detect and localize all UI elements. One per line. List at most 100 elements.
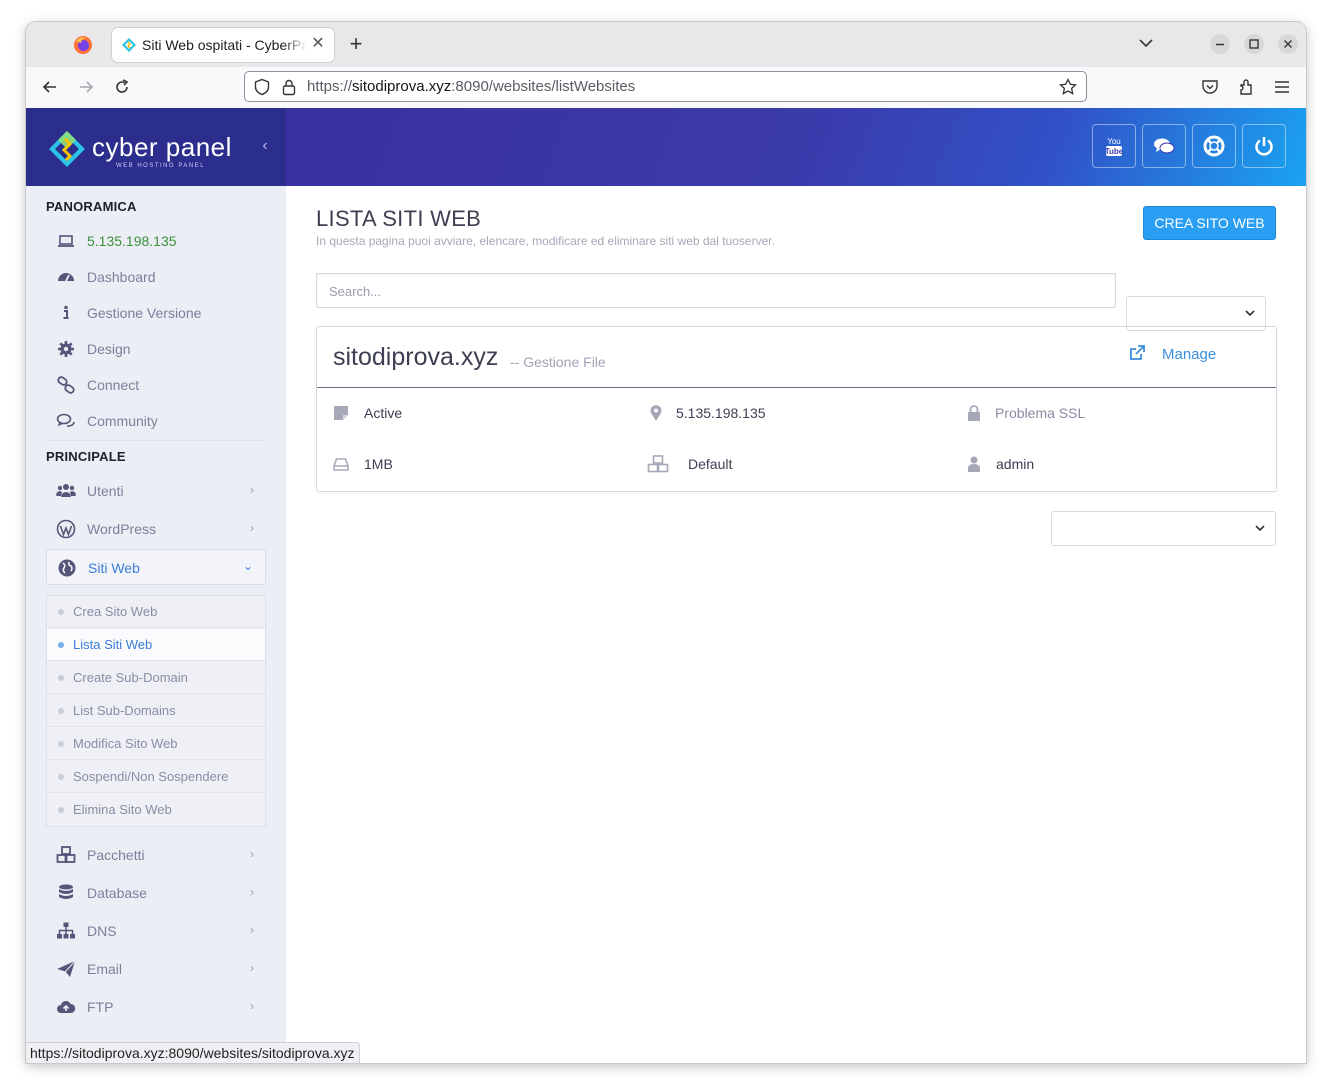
sidebar-item-packages[interactable]: Pacchetti › xyxy=(46,839,266,871)
lock-icon[interactable] xyxy=(281,78,297,96)
chevron-right-icon: › xyxy=(250,521,254,535)
sidebar-item-label: DNS xyxy=(87,923,117,939)
wordpress-icon xyxy=(56,519,76,539)
sidebar-item-label: Siti Web xyxy=(88,560,140,576)
site-owner: admin xyxy=(996,456,1035,472)
sidebar-item-dashboard[interactable]: Dashboard xyxy=(46,261,266,293)
submenu-item-label: Modifica Sito Web xyxy=(73,736,178,751)
page-size-select[interactable] xyxy=(1051,511,1276,546)
user-icon xyxy=(968,456,980,472)
youtube-button[interactable]: You Tube xyxy=(1092,124,1136,168)
submenu-item-create-subdomain[interactable]: Create Sub-Domain xyxy=(47,662,265,694)
brand-tagline: WEB HOSTING PANEL xyxy=(116,163,206,169)
globe-icon xyxy=(58,559,76,577)
chevron-down-icon[interactable] xyxy=(1138,35,1154,51)
bookmark-star-icon[interactable] xyxy=(1058,77,1078,97)
bullet-icon xyxy=(58,774,64,780)
address-bar[interactable]: https://sitodiprova.xyz:8090/websites/li… xyxy=(244,71,1087,102)
submenu-item-label: Sospendi/Non Sospendere xyxy=(73,769,229,784)
site-ip: 5.135.198.135 xyxy=(676,405,766,421)
website-card: sitodiprova.xyz -- Gestione File Manage … xyxy=(316,326,1277,492)
minimize-button[interactable] xyxy=(1210,34,1230,54)
cubes-icon xyxy=(56,846,76,863)
sticky-note-icon xyxy=(334,406,348,420)
sidebar-item-wordpress[interactable]: WordPress › xyxy=(46,513,266,545)
sidebar-item-users[interactable]: Utenti › xyxy=(46,475,266,507)
sidebar-item-label: Database xyxy=(87,885,147,901)
sidebar-item-websites[interactable]: Siti Web ⌄ xyxy=(46,549,266,585)
browser-tab[interactable]: Siti Web ospitati - CyberPanel ✕ xyxy=(112,28,334,62)
submenu-item-label: Lista Siti Web xyxy=(73,637,153,652)
firefox-icon[interactable] xyxy=(72,34,94,56)
bullet-icon xyxy=(58,642,64,648)
reload-icon[interactable] xyxy=(112,77,132,97)
site-disk-cell: 1MB xyxy=(332,453,612,477)
sidebar-item-label: Utenti xyxy=(87,483,124,499)
sidebar-item-connect[interactable]: Connect xyxy=(46,369,266,401)
sidebar-item-label: Design xyxy=(87,341,131,357)
tab-bar: Siti Web ospitati - CyberPanel ✕ + xyxy=(26,22,1306,67)
sidebar-item-version[interactable]: Gestione Versione xyxy=(46,297,266,329)
cloud-upload-icon xyxy=(57,1000,76,1013)
database-icon xyxy=(59,884,73,899)
file-manager-link[interactable]: -- Gestione File xyxy=(510,354,606,370)
websites-submenu: Crea Sito Web Lista Siti Web Create Sub-… xyxy=(46,595,266,827)
sidebar-item-label: Pacchetti xyxy=(87,847,145,863)
submenu-item-modify-site[interactable]: Modifica Sito Web xyxy=(47,728,265,760)
sitemap-icon xyxy=(57,922,75,939)
menu-icon[interactable] xyxy=(1272,77,1292,97)
site-package: Default xyxy=(688,456,733,472)
submenu-item-list-sites[interactable]: Lista Siti Web xyxy=(47,629,265,661)
sidebar-item-email[interactable]: Email › xyxy=(46,953,266,985)
external-link-icon[interactable] xyxy=(1128,344,1146,362)
url-host: sitodiprova.xyz xyxy=(352,78,452,95)
back-icon[interactable] xyxy=(40,77,60,97)
submenu-item-delete-site[interactable]: Elimina Sito Web xyxy=(47,794,265,826)
cyberpanel-logo-icon[interactable] xyxy=(48,130,86,168)
url-text[interactable]: https://sitodiprova.xyz:8090/websites/li… xyxy=(307,78,635,95)
sidebar-item-ftp[interactable]: FTP › xyxy=(46,991,266,1023)
submenu-item-suspend-site[interactable]: Sospendi/Non Sospendere xyxy=(47,761,265,793)
close-tab-icon[interactable]: ✕ xyxy=(310,34,326,54)
site-owner-cell: admin xyxy=(965,453,1245,477)
support-button[interactable] xyxy=(1192,124,1236,168)
sidebar-item-dns[interactable]: DNS › xyxy=(46,915,266,947)
forward-icon[interactable] xyxy=(76,77,96,97)
logo-area: cyber panel WEB HOSTING PANEL ‹ xyxy=(26,108,286,186)
sidebar: PANORAMICA 5.135.198.135 Dashboard Gesti… xyxy=(26,186,286,1063)
chevron-right-icon: › xyxy=(250,483,254,497)
website-domain[interactable]: sitodiprova.xyz xyxy=(333,343,498,372)
sidebar-collapse-button[interactable]: ‹ xyxy=(258,136,272,156)
shield-icon[interactable] xyxy=(253,78,271,96)
extensions-icon[interactable] xyxy=(1236,77,1256,97)
sidebar-item-ip[interactable]: 5.135.198.135 xyxy=(46,225,266,257)
chat-button[interactable] xyxy=(1142,124,1186,168)
ssl-issue-link[interactable]: Problema SSL xyxy=(995,405,1085,421)
close-window-button[interactable] xyxy=(1278,34,1298,54)
chevron-down-icon xyxy=(1255,525,1265,532)
close-icon xyxy=(1284,40,1292,48)
create-website-button[interactable]: CREA SITO WEB xyxy=(1143,206,1276,240)
users-icon xyxy=(56,484,76,497)
tab-title: Siti Web ospitati - CyberPanel xyxy=(142,37,307,53)
submenu-item-label: List Sub-Domains xyxy=(73,703,176,718)
sidebar-item-design[interactable]: Design xyxy=(46,333,266,365)
main-content: LISTA SITI WEB In questa pagina puoi avv… xyxy=(286,186,1306,1063)
sidebar-item-label: Gestione Versione xyxy=(87,305,202,321)
pocket-icon[interactable] xyxy=(1200,77,1220,97)
sidebar-item-label: Email xyxy=(87,961,123,977)
url-scheme: https:// xyxy=(307,78,353,95)
manage-link[interactable]: Manage xyxy=(1162,346,1216,363)
bullet-icon xyxy=(58,708,64,714)
sidebar-item-database[interactable]: Database › xyxy=(46,877,266,909)
site-package-cell: Default xyxy=(647,453,927,477)
submenu-item-create-site[interactable]: Crea Sito Web xyxy=(47,596,265,628)
navigation-bar: https://sitodiprova.xyz:8090/websites/li… xyxy=(26,67,1306,109)
maximize-button[interactable] xyxy=(1244,34,1264,54)
maximize-icon xyxy=(1249,39,1259,49)
logout-button[interactable] xyxy=(1242,124,1286,168)
search-input[interactable]: Search... xyxy=(316,273,1116,308)
submenu-item-list-subdomains[interactable]: List Sub-Domains xyxy=(47,695,265,727)
sidebar-item-community[interactable]: Community xyxy=(46,405,266,437)
new-tab-button[interactable]: + xyxy=(344,32,368,56)
